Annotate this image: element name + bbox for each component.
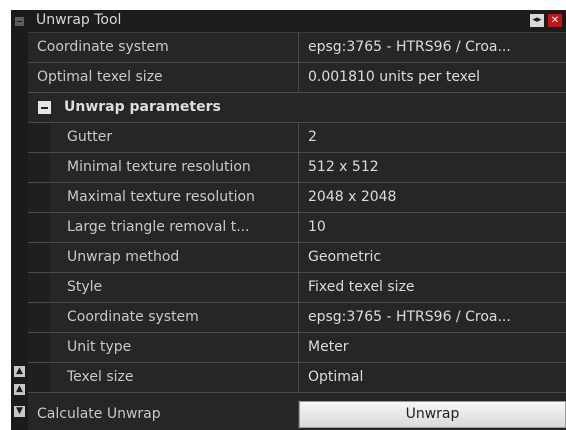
property-value[interactable]: epsg:3765 - HTRS96 / Croa... — [299, 33, 566, 62]
property-label: Coordinate system — [50, 303, 299, 332]
property-row: Gutter 2 — [28, 123, 566, 153]
left-gutter: ▲ ▲ ▼ — [11, 10, 28, 430]
property-value[interactable]: 2048 x 2048 — [299, 183, 566, 212]
property-row: Unwrap method Geometric — [28, 243, 566, 273]
panel-title: Unwrap Tool — [36, 12, 122, 28]
property-value[interactable]: epsg:3765 - HTRS96 / Croa... — [299, 303, 566, 332]
row-indent — [28, 303, 50, 332]
minus-box-icon — [15, 16, 24, 26]
row-indent — [28, 153, 50, 182]
property-value[interactable]: 10 — [299, 213, 566, 242]
row-indent — [28, 213, 50, 242]
property-row: Style Fixed texel size — [28, 273, 566, 303]
property-row: Coordinate system epsg:3765 - HTRS96 / C… — [28, 33, 566, 63]
property-row: Minimal texture resolution 512 x 512 — [28, 153, 566, 183]
action-label: Calculate Unwrap — [28, 400, 299, 429]
property-row: Maximal texture resolution 2048 x 2048 — [28, 183, 566, 213]
property-value[interactable]: Geometric — [299, 243, 566, 272]
property-label: Style — [50, 273, 299, 302]
property-value[interactable]: Meter — [299, 333, 566, 362]
group-header-unwrap-parameters[interactable]: Unwrap parameters — [28, 93, 566, 123]
unwrap-button[interactable]: Unwrap — [299, 401, 566, 428]
property-row: Optimal texel size 0.001810 units per te… — [28, 63, 566, 93]
close-icon[interactable]: ✕ — [548, 14, 562, 27]
collapse-toggle-icon[interactable] — [38, 101, 51, 114]
group-label: Unwrap parameters — [64, 99, 221, 115]
property-row: Unit type Meter — [28, 333, 566, 363]
arrow-up-icon[interactable]: ▲ — [14, 384, 25, 395]
property-label: Large triangle removal t... — [50, 213, 299, 242]
property-label: Coordinate system — [28, 33, 299, 62]
arrow-down-icon[interactable]: ▼ — [14, 406, 25, 417]
dock-pin-icon[interactable]: ◂▸ — [530, 14, 544, 27]
property-value[interactable]: 0.001810 units per texel — [299, 63, 566, 92]
property-row: Texel size Optimal — [28, 363, 566, 393]
property-row: Coordinate system epsg:3765 - HTRS96 / C… — [28, 303, 566, 333]
property-label: Unit type — [50, 333, 299, 362]
property-label: Texel size — [50, 363, 299, 392]
row-indent — [28, 333, 50, 362]
unwrap-tool-panel: ▲ ▲ ▼ Unwrap Tool ◂▸ ✕ Coordinate system… — [11, 10, 566, 430]
row-indent — [28, 183, 50, 212]
property-label: Minimal texture resolution — [50, 153, 299, 182]
action-row: Calculate Unwrap Unwrap — [28, 400, 566, 430]
property-label: Unwrap method — [50, 243, 299, 272]
property-value[interactable]: 512 x 512 — [299, 153, 566, 182]
arrow-up-icon[interactable]: ▲ — [14, 366, 25, 377]
property-value[interactable]: 2 — [299, 123, 566, 152]
property-label: Gutter — [50, 123, 299, 152]
row-indent — [28, 363, 50, 392]
collapse-panel-toggle[interactable] — [11, 10, 28, 32]
property-label: Maximal texture resolution — [50, 183, 299, 212]
row-indent — [28, 123, 50, 152]
row-indent — [28, 273, 50, 302]
property-row: Large triangle removal t... 10 — [28, 213, 566, 243]
property-value[interactable]: Fixed texel size — [299, 273, 566, 302]
property-value[interactable]: Optimal — [299, 363, 566, 392]
panel-header: Unwrap Tool ◂▸ ✕ — [28, 10, 566, 33]
row-indent — [28, 243, 50, 272]
property-label: Optimal texel size — [28, 63, 299, 92]
